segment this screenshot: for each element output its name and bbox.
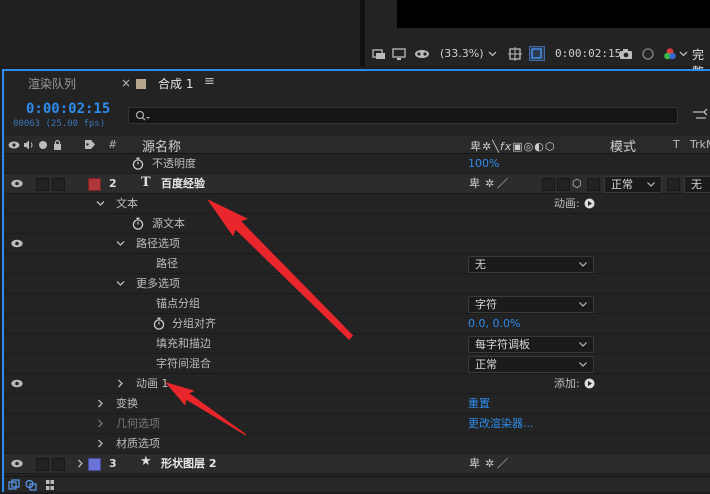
annotation-arrow-layer-name	[207, 199, 354, 340]
annotation-arrows	[165, 199, 354, 436]
annotation-arrow-animator	[165, 382, 247, 436]
